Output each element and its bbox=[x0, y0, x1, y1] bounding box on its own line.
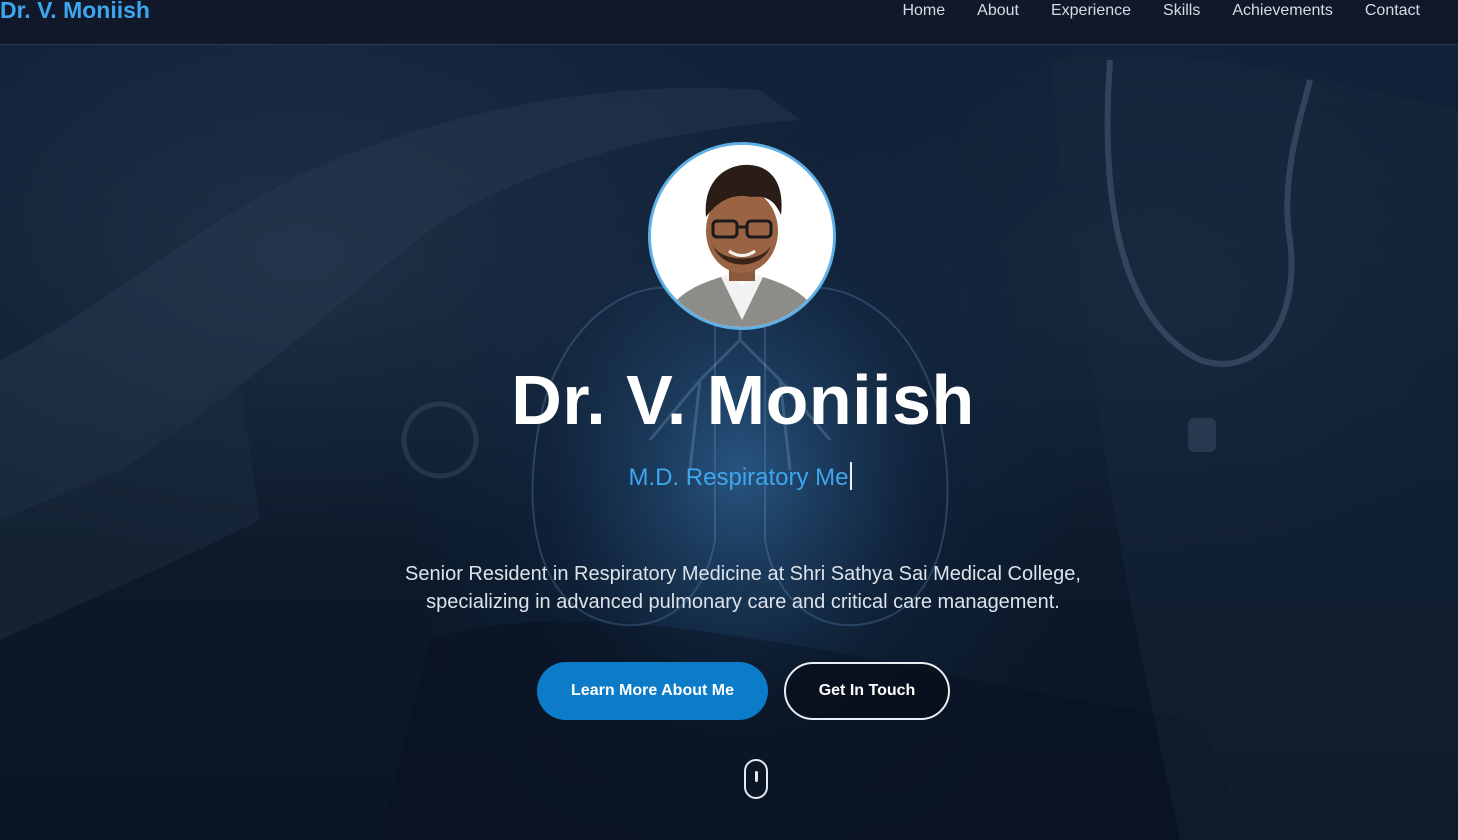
nav-link-home[interactable]: Home bbox=[902, 2, 945, 20]
nav-link-contact[interactable]: Contact bbox=[1365, 2, 1420, 20]
nav-link-experience[interactable]: Experience bbox=[1051, 2, 1131, 20]
hero-section: Dr. V. Moniish M.D. Respiratory Me Senio… bbox=[0, 0, 1458, 840]
learn-more-button[interactable]: Learn More About Me bbox=[537, 662, 768, 720]
brand-logo[interactable]: Dr. V. Moniish bbox=[0, 0, 150, 24]
hero-title: Dr. V. Moniish bbox=[511, 361, 975, 439]
profile-photo-icon bbox=[651, 145, 833, 327]
typing-cursor bbox=[849, 462, 852, 490]
get-in-touch-button[interactable]: Get In Touch bbox=[784, 662, 950, 720]
nav-link-skills[interactable]: Skills bbox=[1163, 2, 1200, 20]
page: Dr. V. Moniish Home About Experience Ski… bbox=[0, 0, 1458, 840]
top-navbar: Dr. V. Moniish Home About Experience Ski… bbox=[0, 0, 1458, 45]
nav-link-achievements[interactable]: Achievements bbox=[1232, 2, 1333, 20]
hero-subtitle: M.D. Respiratory Me bbox=[0, 462, 1458, 492]
hero-description: Senior Resident in Respiratory Medicine … bbox=[0, 560, 1458, 616]
profile-avatar bbox=[648, 142, 836, 330]
typed-subtitle-text: M.D. Respiratory Me bbox=[628, 464, 849, 491]
hero-description-text: Senior Resident in Respiratory Medicine … bbox=[405, 563, 1081, 613]
mouse-scroll-icon[interactable] bbox=[744, 759, 768, 799]
nav-links: Home About Experience Skills Achievement… bbox=[902, 0, 1420, 22]
scroll-wheel bbox=[755, 771, 758, 782]
nav-link-about[interactable]: About bbox=[977, 2, 1019, 20]
